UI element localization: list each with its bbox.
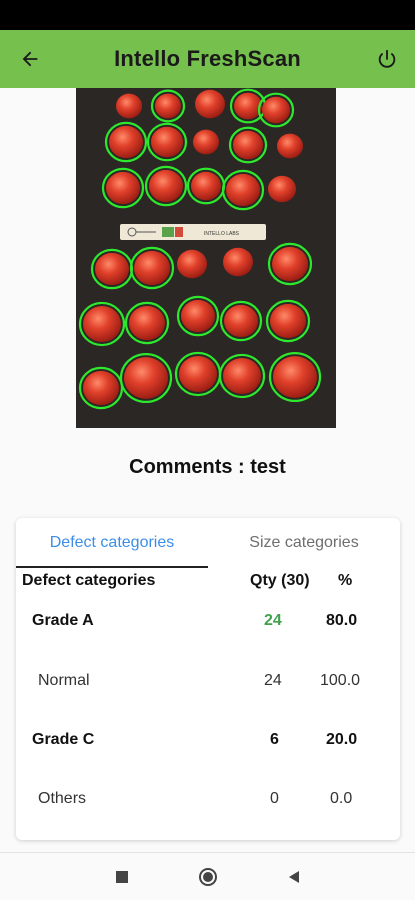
row-pct: 20.0 [326,731,358,748]
tomato [273,356,317,398]
status-bar [0,0,415,30]
tomato [193,129,219,155]
row-qty: 24 [264,612,282,629]
tomato [83,305,121,343]
square-icon [116,871,128,883]
tomato [224,304,258,338]
tomato [149,169,183,203]
tomato [106,171,140,205]
tomato [226,173,260,207]
comments-text: Comments : test [129,456,286,478]
nav-home-button[interactable] [196,865,220,889]
tomato [134,250,170,286]
tomato [270,303,306,339]
header-category: Defect categories [22,572,156,589]
tomato [155,93,181,119]
row-name: Normal [38,672,90,689]
power-icon [378,49,396,68]
tomato [233,130,263,160]
tomato [116,93,142,119]
tomato [181,299,215,333]
tomato [234,92,262,120]
tab-size-categories[interactable]: Size categories [208,518,400,568]
tomato [195,89,225,119]
category-tabs: Defect categories Size categories [16,518,400,568]
row-name: Grade C [32,731,95,748]
nav-back-button[interactable] [282,865,306,889]
row-qty: 6 [270,731,279,748]
power-button[interactable] [371,43,403,75]
row-name: Others [38,790,87,807]
tomato [109,125,143,159]
back-button[interactable] [14,43,46,75]
tomato [223,247,253,277]
tomato [262,96,290,124]
tomato [268,175,296,203]
row-qty: 0 [270,790,279,807]
tomato [272,246,308,282]
row-pct: 0.0 [330,790,353,807]
results-card: Defect categories Size categories Defect… [16,518,400,840]
row-pct: 100.0 [320,672,361,689]
ruler-label: INTELLO LABS [204,231,240,237]
tab-defect-categories[interactable]: Defect categories [16,518,208,568]
row-name: Grade A [32,612,94,629]
header-pct: % [338,572,353,589]
tomato [191,171,221,201]
tomato [124,357,168,399]
nav-recents-button[interactable] [110,865,134,889]
scan-result-image: INTELLO LABS [76,88,336,428]
header-qty: Qty (30) [250,572,310,589]
tomato-detection-image: INTELLO LABS [76,88,336,428]
app-bar: Intello FreshScan [0,30,415,88]
tomato [83,370,119,406]
arrow-left-icon [22,51,38,67]
app-title: Intello FreshScan [114,46,301,71]
row-qty: 24 [264,672,282,689]
tomato [277,133,303,159]
tomato [95,252,129,286]
tomato [129,305,165,341]
reference-ruler: INTELLO LABS [120,224,266,240]
tomato [223,357,261,395]
circle-icon [199,868,217,886]
active-tab-indicator [16,566,208,568]
row-pct: 80.0 [326,612,358,629]
tomato [177,249,207,279]
tomato [179,355,217,393]
triangle-back-icon [289,871,299,883]
tomato [151,126,183,158]
system-nav-bar [0,852,415,900]
